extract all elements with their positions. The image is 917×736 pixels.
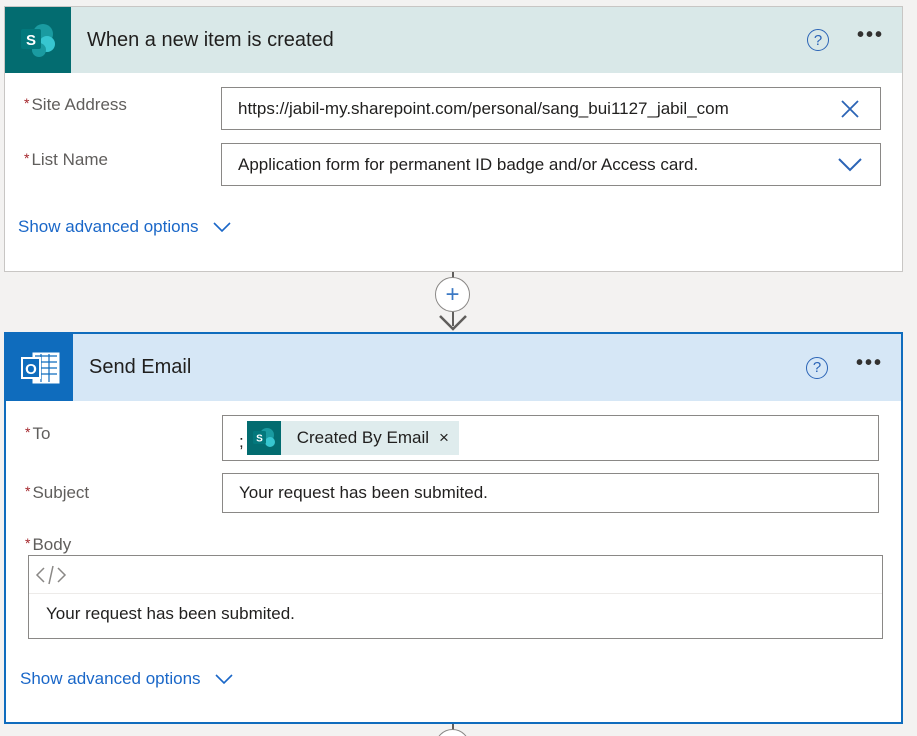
body-editor[interactable]: Your request has been submited. xyxy=(28,555,883,639)
required-marker: * xyxy=(24,95,30,111)
body-editor-toolbar xyxy=(29,556,882,594)
trigger-title: When a new item is created xyxy=(87,28,334,51)
list-name-dropdown[interactable]: Application form for permanent ID badge … xyxy=(221,143,881,186)
subject-label-text: Subject xyxy=(32,483,90,502)
body-value[interactable]: Your request has been submited. xyxy=(29,594,882,624)
help-icon[interactable]: ? xyxy=(806,29,829,51)
add-step-button[interactable]: + xyxy=(435,277,470,312)
body-label-text: Body xyxy=(32,535,72,554)
sharepoint-icon: S xyxy=(5,7,71,73)
site-address-field[interactable]: https://jabil-my.sharepoint.com/personal… xyxy=(221,87,881,130)
add-step-button[interactable] xyxy=(435,729,470,736)
list-name-value: Application form for permanent ID badge … xyxy=(238,154,699,174)
trigger-card-header[interactable]: S When a new item is created ? ••• xyxy=(5,7,902,73)
close-icon[interactable] xyxy=(830,99,870,119)
list-name-label: * List Name xyxy=(24,150,108,170)
help-icon[interactable]: ? xyxy=(805,356,828,379)
more-options-icon[interactable]: ••• xyxy=(856,353,883,383)
outlook-icon-letter: O xyxy=(25,361,37,378)
trigger-card[interactable]: S When a new item is created ? ••• * Site… xyxy=(4,6,903,272)
show-advanced-options-label: Show advanced options xyxy=(18,217,199,236)
action-card[interactable]: O Send Email ? ••• * To ; S Created By Em… xyxy=(4,332,903,724)
required-marker: * xyxy=(25,424,31,440)
subject-value: Your request has been submited. xyxy=(239,483,488,502)
action-title: Send Email xyxy=(89,356,192,378)
sharepoint-icon-letter: S xyxy=(26,32,36,49)
token-remove-icon[interactable]: × xyxy=(439,428,449,448)
to-label-text: To xyxy=(32,424,51,443)
subject-field[interactable]: Your request has been submited. xyxy=(222,473,879,513)
list-name-label-text: List Name xyxy=(31,150,108,169)
more-options-icon[interactable]: ••• xyxy=(857,25,884,55)
chevron-down-icon[interactable] xyxy=(830,157,870,172)
to-field[interactable]: ; S Created By Email × xyxy=(222,415,879,461)
body-label: * Body xyxy=(25,535,71,555)
required-marker: * xyxy=(25,535,31,551)
show-advanced-options-link[interactable]: Show advanced options xyxy=(18,217,231,237)
to-prefix: ; xyxy=(239,432,244,451)
to-label: * To xyxy=(25,424,50,444)
show-advanced-options-link[interactable]: Show advanced options xyxy=(20,669,233,689)
required-marker: * xyxy=(25,483,31,499)
token-label: Created By Email xyxy=(296,428,430,447)
site-address-label: * Site Address xyxy=(24,95,127,115)
code-view-icon[interactable] xyxy=(35,564,67,586)
action-card-header[interactable]: O Send Email ? ••• xyxy=(6,334,901,401)
subject-label: * Subject xyxy=(25,483,89,503)
show-advanced-options-label: Show advanced options xyxy=(20,669,201,688)
outlook-icon: O xyxy=(6,334,73,401)
dynamic-content-token[interactable]: S Created By Email × xyxy=(246,421,459,455)
site-address-label-text: Site Address xyxy=(31,95,127,114)
token-icon-letter: S xyxy=(256,434,263,445)
required-marker: * xyxy=(24,150,30,166)
site-address-value: https://jabil-my.sharepoint.com/personal… xyxy=(238,98,729,118)
sharepoint-icon: S xyxy=(246,421,281,455)
chevron-down-icon xyxy=(214,674,233,684)
chevron-down-icon xyxy=(212,222,231,232)
arrow-down-icon xyxy=(439,315,467,331)
